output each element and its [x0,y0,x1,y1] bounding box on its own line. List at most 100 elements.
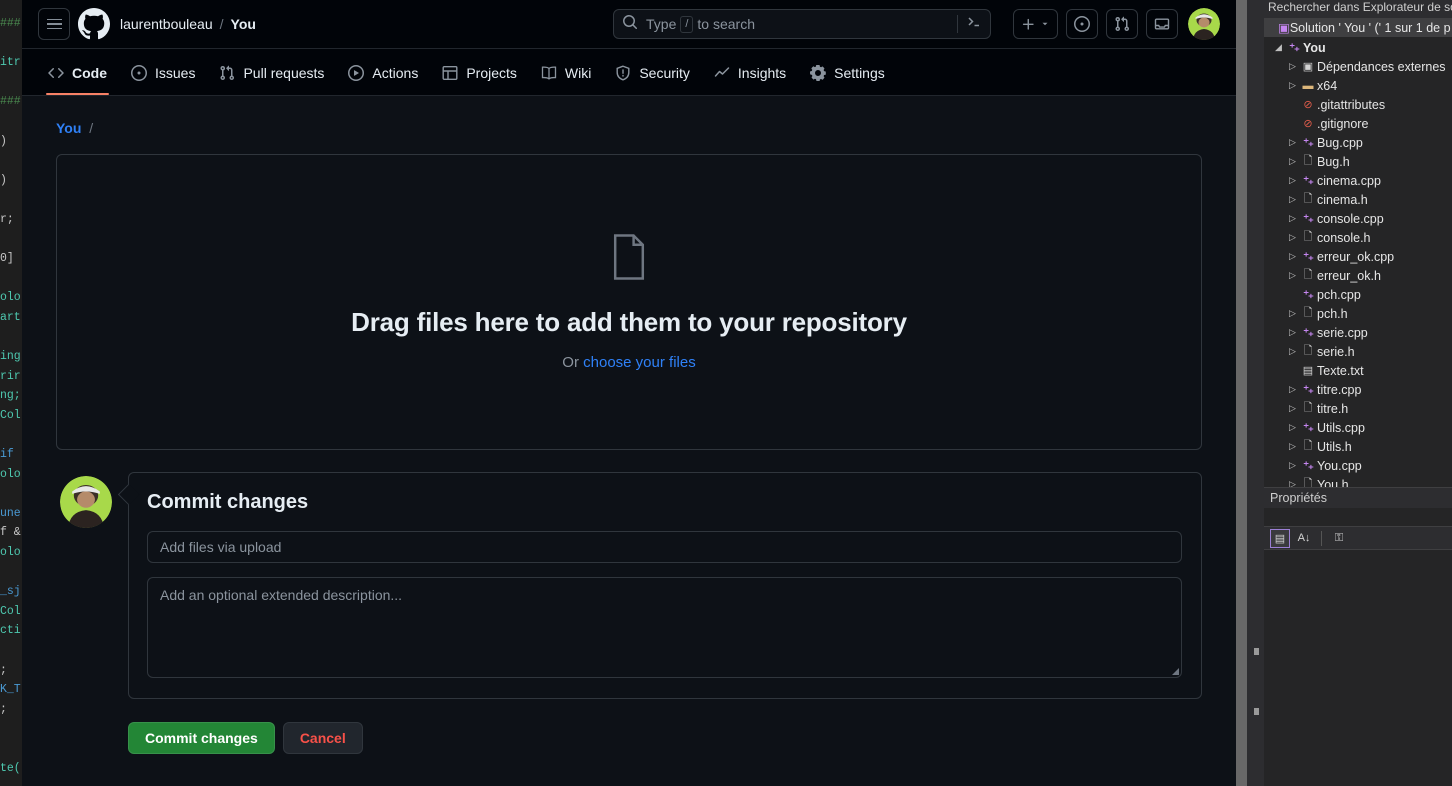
categorized-view-button[interactable]: ▤ [1270,528,1290,548]
tree-node[interactable]: ▷ ⁺₊ Bug.cpp [1264,133,1452,152]
notifications-button[interactable] [1146,9,1178,39]
code-line: Col [0,604,21,618]
tree-node-label: You [1303,40,1326,55]
expand-arrow-icon[interactable]: ▷ [1286,247,1299,266]
properties-combo-area[interactable] [1264,508,1452,526]
tree-node[interactable]: ▷ ⁺₊ titre.cpp [1264,380,1452,399]
tree-node-root[interactable]: ◢ ⁺₊ You [1264,38,1452,57]
tree-node[interactable]: ▷ 🗋 Bug.h [1264,152,1452,171]
hamburger-menu-icon[interactable] [38,8,70,40]
user-avatar[interactable] [1188,8,1220,40]
scrollbar-thumb[interactable] [1236,0,1247,786]
choose-files-link[interactable]: choose your files [583,354,696,371]
breadcrumb-owner[interactable]: laurentbouleau [120,16,213,32]
tree-node[interactable]: ⊘ .gitattributes [1264,95,1452,114]
expand-arrow-icon[interactable]: ▷ [1286,76,1299,95]
tree-node[interactable]: ▷ ▣ Dépendances externes [1264,57,1452,76]
property-pages-button[interactable]: ⚿ [1329,529,1349,548]
code-line: ) [0,173,7,187]
header-file-icon: 🗋 [1303,155,1313,167]
issues-button[interactable] [1066,9,1098,39]
expand-arrow-icon[interactable]: ▷ [1286,171,1299,190]
code-line: Col [0,408,21,422]
code-line: olo [0,546,21,560]
create-new-button[interactable] [1013,9,1058,39]
expand-arrow-icon[interactable]: ▷ [1286,418,1299,437]
expand-arrow-icon[interactable]: ▷ [1286,152,1299,171]
code-line: rir [0,369,21,383]
tree-node[interactable]: ⁺₊ pch.cpp [1264,285,1452,304]
expand-arrow-icon[interactable]: ▷ [1286,456,1299,475]
tab-label: Issues [155,65,196,81]
tree-node-label: serie.cpp [1317,325,1368,340]
expand-arrow-icon[interactable]: ▷ [1286,190,1299,209]
tree-node[interactable]: ▷ 🗋 serie.h [1264,342,1452,361]
cpp-file-icon: ⁺₊ [1303,422,1314,434]
search-icon [622,14,638,35]
commit-changes-button[interactable]: Commit changes [128,722,275,754]
tree-node[interactable]: ▷ ⁺₊ cinema.cpp [1264,171,1452,190]
commit-description-textarea[interactable]: Add an optional extended description... [147,577,1182,678]
cpp-file-icon: ⁺₊ [1303,137,1314,149]
commit-message-input[interactable]: Add files via upload [147,531,1182,563]
tree-node[interactable]: ▷ ▬ x64 [1264,76,1452,95]
pull-requests-button[interactable] [1106,9,1138,39]
tree-node[interactable]: ▷ ⁺₊ console.cpp [1264,209,1452,228]
tree-node[interactable]: ▷ 🗋 titre.h [1264,399,1452,418]
tab-issues[interactable]: Issues [121,63,205,95]
editor-scrollbar[interactable] [1236,0,1264,786]
header-file-icon: 🗋 [1303,193,1313,205]
tree-node[interactable]: ▷ ⁺₊ Utils.cpp [1264,418,1452,437]
properties-title: Propriétés [1264,488,1452,508]
tab-projects[interactable]: Projects [432,63,527,95]
expand-arrow-icon[interactable]: ▷ [1286,342,1299,361]
tree-node[interactable]: ▷ 🗋 pch.h [1264,304,1452,323]
expand-arrow-icon[interactable]: ▷ [1286,399,1299,418]
expand-arrow-icon[interactable]: ▷ [1286,304,1299,323]
expand-arrow-icon[interactable]: ▷ [1286,228,1299,247]
solution-node[interactable]: ▣ Solution ' You ' (' 1 sur 1 de p [1264,18,1452,37]
file-dropzone[interactable]: Drag files here to add them to your repo… [56,154,1202,450]
tab-actions[interactable]: Actions [338,63,428,95]
github-logo-icon[interactable] [78,8,110,40]
tree-node-label: Bug.cpp [1317,135,1363,150]
expand-arrow-icon[interactable]: ▷ [1286,323,1299,342]
expand-arrow-icon[interactable]: ▷ [1286,209,1299,228]
tab-label: Code [72,65,107,81]
path-repo-link[interactable]: You [56,120,81,136]
tree-node[interactable]: ▷ 🗋 cinema.h [1264,190,1452,209]
cpp-file-icon: ⁺₊ [1303,175,1314,187]
code-icon [48,65,64,81]
tab-settings[interactable]: Settings [800,63,895,95]
cpp-file-icon: ⁺₊ [1303,289,1314,301]
expand-arrow-icon[interactable]: ▷ [1286,266,1299,285]
expand-arrow-icon[interactable]: ▷ [1286,437,1299,456]
tree-node[interactable]: ⊘ .gitignore [1264,114,1452,133]
tree-node[interactable]: ▷ 🗋 erreur_ok.h [1264,266,1452,285]
tree-node[interactable]: ▷ 🗋 console.h [1264,228,1452,247]
tree-node[interactable]: ▷ 🗋 Utils.h [1264,437,1452,456]
tab-wiki[interactable]: Wiki [531,63,601,95]
header-actions [1013,8,1220,40]
code-line: cti [0,624,21,638]
breadcrumb-repo[interactable]: You [231,16,256,32]
expand-arrow-icon[interactable]: ▷ [1286,57,1299,76]
tree-node[interactable]: ▷ ⁺₊ You.cpp [1264,456,1452,475]
tree-node[interactable]: ▤ Texte.txt [1264,361,1452,380]
cancel-button[interactable]: Cancel [282,722,363,754]
tab-pull-requests[interactable]: Pull requests [209,63,334,95]
tab-insights[interactable]: Insights [704,63,796,95]
command-palette-icon[interactable] [966,14,982,35]
solution-explorer-search[interactable]: Rechercher dans Explorateur de solutions [1264,0,1452,18]
search-input[interactable]: Type / to search [613,9,991,39]
tab-security[interactable]: Security [605,63,700,95]
alphabetical-sort-button[interactable]: A↓ [1294,529,1314,548]
expand-arrow-icon[interactable]: ▷ [1286,380,1299,399]
expand-arrow-icon[interactable]: ▷ [1286,133,1299,152]
tab-code[interactable]: Code [38,63,117,95]
tree-node[interactable]: ▷ ⁺₊ erreur_ok.cpp [1264,247,1452,266]
collapse-arrow-icon[interactable]: ◢ [1272,38,1285,57]
tree-node[interactable]: ▷ ⁺₊ serie.cpp [1264,323,1452,342]
git-file-icon: ⊘ [1303,118,1313,130]
